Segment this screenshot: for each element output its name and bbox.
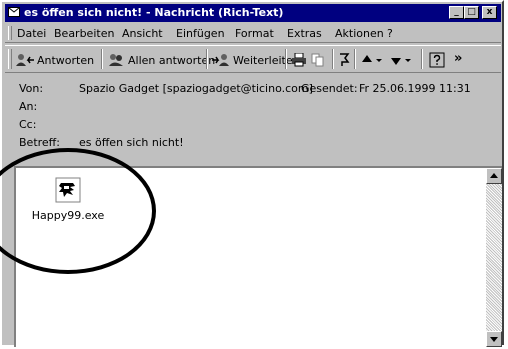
to-label: An: bbox=[19, 100, 38, 113]
menu-ansicht[interactable]: Ansicht bbox=[122, 27, 163, 40]
window-title: es öffen sich nicht! - Nachricht (Rich-T… bbox=[24, 6, 284, 19]
subject-label: Betreff: bbox=[19, 136, 60, 149]
toolbar-separator bbox=[354, 49, 356, 69]
menu-extras[interactable]: Extras bbox=[287, 27, 322, 40]
menu-aktionen[interactable]: Aktionen bbox=[335, 27, 384, 40]
reply-all-button[interactable]: Allen antworten bbox=[108, 51, 215, 69]
arrow-down-icon bbox=[490, 337, 498, 342]
copy-icon bbox=[311, 53, 324, 67]
arrow-up-icon bbox=[490, 173, 498, 178]
sent-value: Fr 25.06.1999 11:31 bbox=[359, 82, 471, 95]
close-button[interactable]: x bbox=[482, 6, 497, 19]
menu-bar: Datei Bearbeiten Ansicht Einfügen Format… bbox=[5, 24, 501, 43]
reply-button[interactable]: Antworten bbox=[15, 51, 94, 69]
message-body[interactable]: Happy99.exe bbox=[14, 166, 502, 347]
printer-icon bbox=[292, 53, 306, 67]
chevron-down-icon bbox=[405, 59, 411, 62]
copy-button[interactable] bbox=[311, 51, 327, 69]
previous-item-button[interactable] bbox=[361, 51, 385, 69]
menu-grip bbox=[8, 26, 12, 40]
toolbar-overflow-button[interactable]: » bbox=[454, 49, 462, 67]
menu-datei[interactable]: Datei bbox=[17, 27, 46, 40]
flag-button[interactable] bbox=[338, 51, 352, 69]
cc-label: Cc: bbox=[19, 118, 37, 131]
attachment-filename: Happy99.exe bbox=[31, 209, 105, 222]
toolbar-separator bbox=[332, 49, 334, 69]
minimize-button[interactable]: _ bbox=[449, 6, 464, 19]
message-window: es öffen sich nicht! - Nachricht (Rich-T… bbox=[0, 0, 504, 347]
reply-all-icon bbox=[109, 54, 123, 66]
help-button[interactable] bbox=[429, 51, 447, 69]
arrow-up-icon bbox=[362, 55, 372, 62]
menu-einfuegen[interactable]: Einfügen bbox=[176, 27, 225, 40]
scroll-up-button[interactable] bbox=[486, 168, 502, 184]
print-button[interactable] bbox=[291, 51, 309, 69]
toolbar-grip bbox=[8, 49, 12, 69]
help-icon bbox=[429, 52, 445, 68]
subject-value: es öffen sich nicht! bbox=[79, 136, 184, 149]
toolbar-separator bbox=[285, 49, 287, 69]
envelope-icon bbox=[8, 7, 20, 17]
forward-icon bbox=[212, 54, 229, 66]
arrow-down-icon bbox=[391, 58, 401, 65]
reply-all-label: Allen antworten bbox=[128, 53, 216, 67]
from-value: Spazio Gadget [spaziogadget@ticino.com] bbox=[79, 82, 313, 95]
toolbar-separator bbox=[206, 49, 208, 69]
message-header: Von: Spazio Gadget [spaziogadget@ticino.… bbox=[5, 76, 501, 166]
attachment-item[interactable]: Happy99.exe bbox=[28, 174, 108, 222]
toolbar-separator bbox=[421, 49, 423, 69]
title-bar[interactable]: es öffen sich nicht! - Nachricht (Rich-T… bbox=[5, 4, 501, 22]
vertical-scrollbar[interactable] bbox=[486, 168, 502, 347]
reply-icon bbox=[16, 54, 34, 66]
toolbar-separator bbox=[101, 49, 103, 69]
flag-icon bbox=[340, 53, 350, 66]
toolbar: Antworten Allen antworten Weiterleiten » bbox=[5, 45, 501, 73]
maximize-button[interactable]: □ bbox=[464, 6, 479, 19]
chevron-down-icon bbox=[376, 59, 382, 62]
sent-label: Gesendet: bbox=[301, 82, 358, 95]
reply-label: Antworten bbox=[37, 53, 95, 67]
menu-bearbeiten[interactable]: Bearbeiten bbox=[54, 27, 114, 40]
forward-label: Weiterleiten bbox=[233, 53, 300, 67]
next-item-button[interactable] bbox=[390, 51, 414, 69]
menu-help[interactable]: ? bbox=[387, 27, 393, 40]
menu-format[interactable]: Format bbox=[235, 27, 274, 40]
exe-file-icon bbox=[55, 177, 81, 203]
from-label: Von: bbox=[19, 82, 44, 95]
